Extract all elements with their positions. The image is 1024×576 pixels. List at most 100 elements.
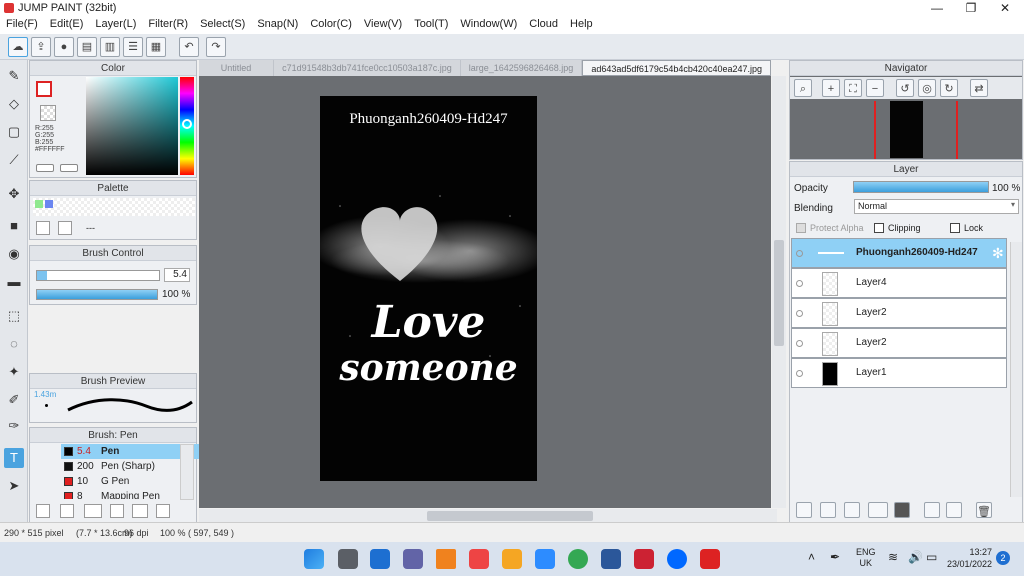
comment-icon[interactable]: ● xyxy=(54,37,74,57)
wifi-icon[interactable]: ≋ xyxy=(888,550,898,564)
operation-tool-icon[interactable]: ➤ xyxy=(4,476,24,496)
color-mode-button-2[interactable] xyxy=(60,164,78,172)
upload-icon[interactable]: ⇪ xyxy=(31,37,51,57)
tab-document-active[interactable]: ad643ad5df6179c54b4cb420c40ea247.jpg xyxy=(582,60,771,76)
volume-icon[interactable]: 🔊 xyxy=(908,550,923,564)
menu-filter[interactable]: Filter(R) xyxy=(142,16,194,34)
line-tool-icon[interactable]: ⟋ xyxy=(4,150,24,170)
visibility-icon[interactable] xyxy=(796,280,803,287)
task-view-icon[interactable] xyxy=(338,549,358,569)
cloud-icon[interactable]: ☁ xyxy=(8,37,28,57)
tab-untitled[interactable]: Untitled xyxy=(199,60,275,76)
app-icon-red[interactable] xyxy=(469,549,489,569)
menu-select[interactable]: Select(S) xyxy=(194,16,251,34)
canvas-vertical-scrollbar[interactable] xyxy=(772,76,786,508)
layer-menu-icon[interactable] xyxy=(868,502,888,518)
navigator-thumbnail[interactable] xyxy=(890,101,923,158)
maximize-button[interactable]: ❐ xyxy=(954,0,988,16)
language-indicator[interactable]: ENG UK xyxy=(856,547,876,569)
select-pen-icon[interactable]: ✐ xyxy=(4,390,24,410)
rotate-left-icon[interactable]: ↺ xyxy=(896,79,914,97)
layer-row[interactable]: Layer2 xyxy=(791,298,1007,328)
menu-edit[interactable]: Edit(E) xyxy=(44,16,90,34)
menu-view[interactable]: View(V) xyxy=(358,16,408,34)
delete-palette-icon[interactable] xyxy=(58,221,72,235)
new-raster-icon[interactable] xyxy=(820,502,836,518)
select-eraser-icon[interactable]: ✑ xyxy=(4,416,24,436)
zoom-app-icon[interactable] xyxy=(535,549,555,569)
protect-alpha-checkbox[interactable] xyxy=(796,223,806,233)
duplicate-layer-icon[interactable] xyxy=(924,502,940,518)
background-color-swatch[interactable] xyxy=(40,105,56,121)
zalo-icon[interactable] xyxy=(667,549,687,569)
copy-brush-icon[interactable] xyxy=(110,504,124,518)
gear-icon[interactable]: ✻ xyxy=(992,245,1004,262)
zoom-in-icon[interactable]: + xyxy=(822,79,840,97)
reset-icon[interactable]: ◎ xyxy=(918,79,936,97)
lasso-tool-icon[interactable]: ◌ xyxy=(4,334,24,354)
foreground-color-swatch[interactable] xyxy=(36,81,52,97)
folder-icon[interactable] xyxy=(894,502,910,518)
menu-color[interactable]: Color(C) xyxy=(304,16,358,34)
blending-select[interactable]: Normal ▾ xyxy=(854,199,1019,214)
new-brush-icon[interactable] xyxy=(60,504,74,518)
visibility-icon[interactable] xyxy=(796,310,803,317)
menu-file[interactable]: File(F) xyxy=(0,16,44,34)
brush-folder-icon[interactable] xyxy=(132,504,148,518)
layer-opacity-slider[interactable] xyxy=(853,181,989,193)
layer-list-scrollbar[interactable] xyxy=(1010,242,1022,497)
zoom-icon[interactable]: ⌕ xyxy=(794,79,812,97)
app-icon-orange[interactable] xyxy=(502,549,522,569)
rotate-right-icon[interactable]: ↻ xyxy=(940,79,958,97)
brush-menu-icon[interactable] xyxy=(84,504,102,518)
layer-row[interactable]: Phuonganh260409-Hd247 ✻ xyxy=(791,238,1007,268)
saturation-value-picker[interactable] xyxy=(86,77,178,175)
color-mode-button[interactable] xyxy=(36,164,54,172)
palette-swatches[interactable] xyxy=(33,198,195,216)
chevron-up-icon[interactable]: ˄ xyxy=(808,550,815,564)
tab-document-2[interactable]: c71d91548b3db741fce0cc10503a187c.jpg xyxy=(274,60,461,76)
snipping-icon[interactable] xyxy=(634,549,654,569)
word-icon[interactable] xyxy=(601,549,621,569)
start-icon[interactable] xyxy=(304,549,324,569)
clipping-checkbox[interactable] xyxy=(874,223,884,233)
brush-tool-icon[interactable]: ✎ xyxy=(4,66,24,86)
menu-snap[interactable]: Snap(N) xyxy=(251,16,304,34)
jump-paint-taskbar-icon[interactable] xyxy=(700,549,720,569)
select-rect-icon[interactable]: ⬚ xyxy=(4,306,24,326)
brush-list-scrollbar[interactable] xyxy=(180,444,194,500)
palette-swatch-blue[interactable] xyxy=(45,200,53,208)
list-icon[interactable]: ☰ xyxy=(123,37,143,57)
visibility-icon[interactable] xyxy=(796,370,803,377)
brush-size-value[interactable]: 5.4 xyxy=(164,268,190,282)
fit-icon[interactable]: ⛶ xyxy=(844,79,862,97)
browser-icon[interactable] xyxy=(568,549,588,569)
menu-help[interactable]: Help xyxy=(564,16,599,34)
visibility-icon[interactable] xyxy=(796,340,803,347)
fill-rect-icon[interactable]: ■ xyxy=(4,216,24,236)
notification-badge[interactable]: 2 xyxy=(996,551,1010,565)
new-palette-icon[interactable] xyxy=(36,221,50,235)
brush-settings-icon[interactable] xyxy=(36,504,50,518)
menu-window[interactable]: Window(W) xyxy=(454,16,523,34)
visibility-icon[interactable] xyxy=(796,250,803,257)
flip-icon[interactable]: ⇄ xyxy=(970,79,988,97)
minimize-button[interactable]: — xyxy=(920,0,954,16)
undo-icon[interactable]: ↶ xyxy=(179,37,199,57)
clock[interactable]: 13:27 23/01/2022 xyxy=(946,546,992,570)
widgets-icon[interactable] xyxy=(370,549,390,569)
menu-tool[interactable]: Tool(T) xyxy=(408,16,454,34)
zoom-out-icon[interactable]: − xyxy=(866,79,884,97)
battery-icon[interactable]: ▭ xyxy=(926,550,937,564)
lock-checkbox[interactable] xyxy=(950,223,960,233)
gradient-tool-icon[interactable]: ▬ xyxy=(4,272,24,292)
layer-row[interactable]: Layer4 xyxy=(791,268,1007,298)
move-tool-icon[interactable]: ✥ xyxy=(4,184,24,204)
vertical-scroll-thumb[interactable] xyxy=(774,240,784,346)
bucket-tool-icon[interactable]: ◉ xyxy=(4,244,24,264)
brush-size-slider[interactable] xyxy=(36,270,160,281)
new-vector-icon[interactable] xyxy=(844,502,860,518)
artwork-canvas[interactable]: Phuonganh260409-Hd247 Love someone xyxy=(320,96,537,481)
delete-layer-icon[interactable]: 🗑 xyxy=(976,502,992,518)
close-button[interactable]: ✕ xyxy=(988,0,1022,16)
